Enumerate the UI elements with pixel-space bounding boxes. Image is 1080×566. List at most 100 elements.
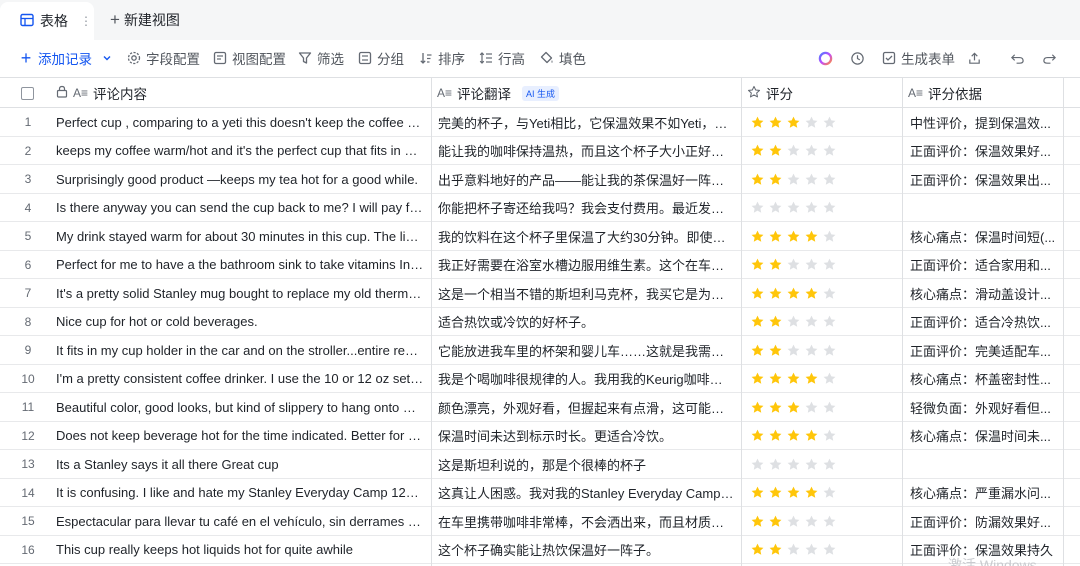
star-filled-icon[interactable] [768,286,783,301]
star-filled-icon[interactable] [804,428,819,443]
star-filled-icon[interactable] [750,428,765,443]
star-filled-icon[interactable] [750,400,765,415]
star-filled-icon[interactable] [768,143,783,158]
column-header-rating[interactable]: 评分 [747,78,897,108]
star-empty-icon[interactable] [768,200,783,215]
redo-icon[interactable] [1041,50,1057,66]
star-filled-icon[interactable] [768,257,783,272]
star-filled-icon[interactable] [786,286,801,301]
translation-cell[interactable]: 这是一个相当不错的斯坦利马克杯，我买它是为了... [438,279,734,307]
star-empty-icon[interactable] [822,343,837,358]
star-filled-icon[interactable] [750,343,765,358]
star-rating[interactable] [750,457,837,472]
basis-cell[interactable]: 正面评价：保温效果好... [910,137,1060,165]
basis-cell[interactable]: 正面评价：防漏效果好... [910,507,1060,535]
translation-cell[interactable]: 保温时间未达到标示时长。更适合冷饮。 [438,422,734,450]
star-filled-icon[interactable] [768,428,783,443]
table-row[interactable]: 8 Nice cup for hot or cold beverages. 适合热饮… [0,308,1080,336]
star-empty-icon[interactable] [804,257,819,272]
basis-cell[interactable]: 核心痛点：保温时间未... [910,422,1060,450]
basis-cell[interactable]: 核心痛点：滑动盖设计... [910,279,1060,307]
star-empty-icon[interactable] [822,200,837,215]
star-rating[interactable] [750,257,837,272]
star-filled-icon[interactable] [768,229,783,244]
field-config-button[interactable]: 字段配置 [126,40,200,76]
star-filled-icon[interactable] [786,371,801,386]
rating-cell[interactable] [750,422,895,450]
comment-cell[interactable]: I'm a pretty consistent coffee drinker. … [56,365,424,393]
star-empty-icon[interactable] [786,314,801,329]
star-filled-icon[interactable] [786,115,801,130]
generate-form-button[interactable]: 生成表单 [881,40,955,76]
translation-cell[interactable]: 在车里携带咖啡非常棒，不会洒出来，而且材质很... [438,507,734,535]
rating-cell[interactable] [750,450,895,478]
comment-cell[interactable]: Espectacular para llevar tu café en el v… [56,507,424,535]
column-header-comment[interactable]: A≡ 评论内容 [56,78,428,108]
translation-cell[interactable]: 这个杯子确实能让热饮保温好一阵子。 [438,536,734,564]
star-rating[interactable] [750,428,837,443]
rating-cell[interactable] [750,336,895,364]
star-filled-icon[interactable] [768,371,783,386]
star-filled-icon[interactable] [768,115,783,130]
comment-cell[interactable]: Does not keep beverage hot for the time … [56,422,424,450]
star-rating[interactable] [750,229,837,244]
star-empty-icon[interactable] [750,200,765,215]
table-row[interactable]: 9 It fits in my cup holder in the car and… [0,336,1080,365]
star-empty-icon[interactable] [822,229,837,244]
table-row[interactable]: 14 It is confusing. I like and hate my St… [0,479,1080,507]
new-view-button[interactable]: + 新建视图 [110,0,180,40]
star-empty-icon[interactable] [786,542,801,557]
star-empty-icon[interactable] [822,257,837,272]
star-empty-icon[interactable] [822,514,837,529]
translation-cell[interactable]: 你能把杯子寄还给我吗？我会支付费用。最近发生... [438,194,734,222]
star-empty-icon[interactable] [804,143,819,158]
star-empty-icon[interactable] [786,343,801,358]
table-row[interactable]: 3 Surprisingly good product —keeps my tea… [0,165,1080,194]
translation-cell[interactable]: 它能放进我车里的杯架和婴儿车……这就是我需要一... [438,336,734,364]
star-empty-icon[interactable] [804,115,819,130]
sort-button[interactable]: 排序 [418,40,465,76]
star-rating[interactable] [750,343,837,358]
basis-cell[interactable]: 正面评价：适合冷热饮... [910,308,1060,336]
comment-cell[interactable]: Beautiful color, good looks, but kind of… [56,393,424,421]
basis-cell[interactable] [910,194,1060,222]
select-all-checkbox[interactable] [21,78,34,108]
rating-cell[interactable] [750,108,895,136]
rating-cell[interactable] [750,137,895,165]
basis-cell[interactable]: 核心痛点：保温时间短(... [910,222,1060,250]
star-empty-icon[interactable] [786,143,801,158]
translation-cell[interactable]: 这真让人困惑。我对我的Stanley Everyday Camp 12... [438,479,734,507]
star-empty-icon[interactable] [822,314,837,329]
star-empty-icon[interactable] [804,542,819,557]
star-empty-icon[interactable] [786,200,801,215]
basis-cell[interactable] [910,450,1060,478]
star-filled-icon[interactable] [804,371,819,386]
basis-cell[interactable]: 核心痛点：杯盖密封性... [910,365,1060,393]
basis-cell[interactable]: 核心痛点：严重漏水问... [910,479,1060,507]
table-row[interactable]: 10 I'm a pretty consistent coffee drinker… [0,365,1080,393]
add-record-button[interactable]: + 添加记录 [18,40,112,76]
star-rating[interactable] [750,371,837,386]
rating-cell[interactable] [750,222,895,250]
table-row[interactable]: 15 Espectacular para llevar tu café en el… [0,507,1080,536]
star-empty-icon[interactable] [768,457,783,472]
basis-cell[interactable]: 正面评价：完美适配车... [910,336,1060,364]
star-empty-icon[interactable] [786,457,801,472]
star-empty-icon[interactable] [804,514,819,529]
star-empty-icon[interactable] [822,400,837,415]
star-empty-icon[interactable] [786,172,801,187]
comment-cell[interactable]: Is there anyway you can send the cup bac… [56,194,424,222]
undo-icon[interactable] [1009,50,1025,66]
fill-color-button[interactable]: 填色 [539,40,586,76]
table-row[interactable]: 16 This cup really keeps hot liquids hot … [0,536,1080,564]
star-rating[interactable] [750,143,837,158]
group-button[interactable]: 分组 [357,40,404,76]
column-header-translation[interactable]: A≡ 评论翻译 AI 生成 [437,78,737,108]
ai-assistant-icon[interactable] [817,50,833,66]
star-filled-icon[interactable] [768,514,783,529]
star-empty-icon[interactable] [804,172,819,187]
star-empty-icon[interactable] [804,343,819,358]
rating-cell[interactable] [750,365,895,393]
star-empty-icon[interactable] [822,428,837,443]
comment-cell[interactable]: It's a pretty solid Stanley mug bought t… [56,279,424,307]
